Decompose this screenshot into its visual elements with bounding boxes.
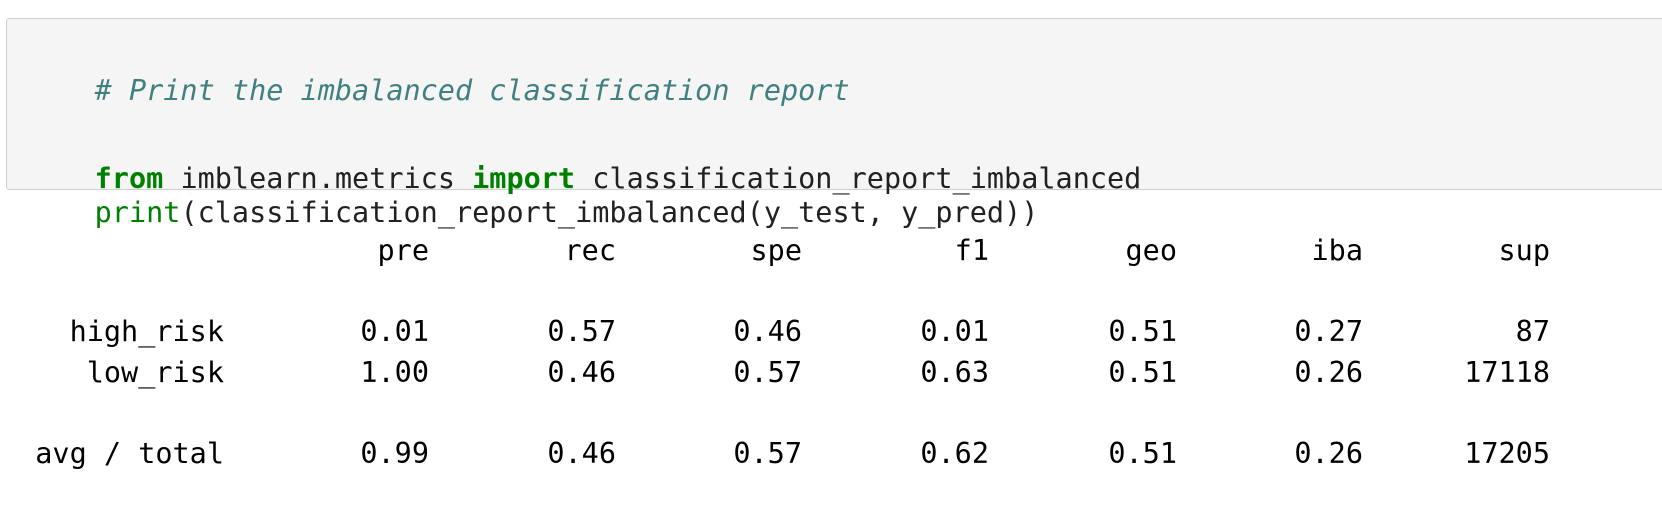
total-value: 0.51 (1108, 437, 1177, 470)
report-value: 0.63 (920, 356, 989, 389)
report-value: 87 (1515, 315, 1550, 348)
report-header-row: pre rec spe f1 geo iba sup (0, 233, 1662, 269)
column-header: pre (377, 234, 429, 267)
column-header: iba (1311, 234, 1363, 267)
report-value: 0.26 (1294, 356, 1363, 389)
report-value: 17118 (1464, 356, 1550, 389)
row-label: high_risk (69, 315, 224, 348)
total-value: 0.99 (360, 437, 429, 470)
report-value: 0.46 (733, 315, 802, 348)
column-header: sup (1498, 234, 1550, 267)
total-value: 17205 (1464, 437, 1550, 470)
report-value: 0.57 (733, 356, 802, 389)
report-value: 0.01 (920, 315, 989, 348)
column-header: spe (750, 234, 802, 267)
report-row: low_risk 1.00 0.46 0.57 0.63 0.51 0.26 1… (0, 355, 1662, 391)
report-total-row: avg / total 0.99 0.46 0.57 0.62 0.51 0.2… (0, 436, 1662, 472)
total-value: 0.26 (1294, 437, 1363, 470)
report-row: high_risk 0.01 0.57 0.46 0.01 0.51 0.27 … (0, 314, 1662, 350)
report-value: 0.51 (1108, 356, 1177, 389)
report-value: 0.51 (1108, 315, 1177, 348)
column-header: geo (1125, 234, 1177, 267)
report-value: 0.57 (547, 315, 616, 348)
output-area: pre rec spe f1 geo iba sup high_risk 0.0… (0, 0, 1662, 524)
report-value: 0.27 (1294, 315, 1363, 348)
report-value: 1.00 (360, 356, 429, 389)
report-value: 0.01 (360, 315, 429, 348)
row-label: low_risk (86, 356, 224, 389)
column-header: rec (564, 234, 616, 267)
total-label: avg / total (35, 437, 224, 470)
report-value: 0.46 (547, 356, 616, 389)
total-value: 0.62 (920, 437, 989, 470)
total-value: 0.46 (547, 437, 616, 470)
column-header: f1 (954, 234, 989, 267)
total-value: 0.57 (733, 437, 802, 470)
